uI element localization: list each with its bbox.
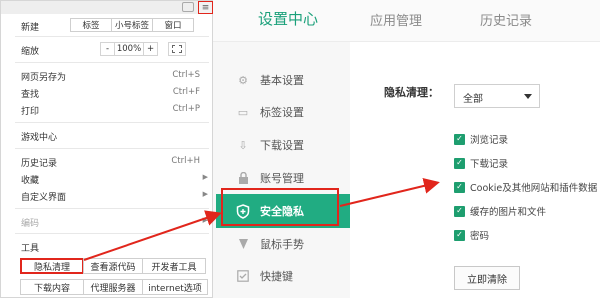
annotation-arrows bbox=[83, 178, 440, 261]
annotation-arrow bbox=[339, 178, 440, 207]
screenshot: 设置中心 应用管理 历史记录 ⚙ 基本设置 ▭ 标签设置 ⇩ 下载设置 账号管理 bbox=[0, 0, 600, 298]
annotation-arrow bbox=[83, 210, 222, 261]
